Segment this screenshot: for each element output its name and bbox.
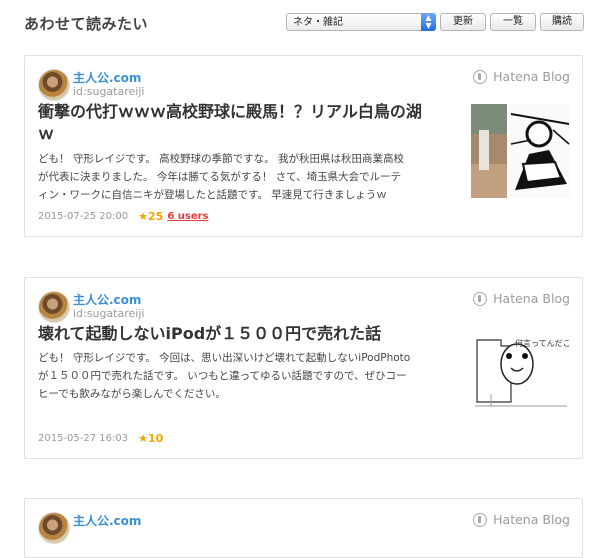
brand-label: Hatena Blog [493,69,570,84]
hatena-blog-brand: Hatena Blog [473,69,570,84]
article-title-line: ｗ [38,124,55,143]
excerpt-line: ィン・ワークに自信ニキが登場したと話題です。 早速見て行きましょうｗ [38,189,387,201]
star-icon: ★ [138,432,148,445]
article-date: 2015-05-27 16:03 [38,433,129,444]
article-title[interactable]: 衝撃の代打ｗｗｗ高校野球に殿馬！？リアル白鳥の湖 ｗ [38,101,422,145]
article-meta: 2015-07-25 20:00 ★25 6 users [38,210,209,223]
bookmark-users-link[interactable]: 6 users [167,211,208,222]
thumbnail-caption: 何言ってんだこ [515,339,571,348]
article-excerpt: ども！ 守形レイジです。 今回は、思い出深いけど壊れて起動しないiPodPhot… [38,349,410,403]
category-select[interactable]: ネタ・雑記 ▲ ▼ [286,13,436,31]
subscribe-button[interactable]: 購読 [540,13,584,31]
excerpt-line: ども！ 守形レイジです。 今回は、思い出深いけど壊れて起動しないiPodPhot… [38,352,411,364]
brand-label: Hatena Blog [493,291,570,306]
excerpt-line: が代表に決まりました。 今年は勝てる気がする！ さて、埼玉県大会でルーテ [38,171,402,183]
article-card[interactable]: 主人公.com Hatena Blog [24,498,583,558]
hatena-blog-brand: Hatena Blog [473,512,570,527]
star-count[interactable]: ★10 [138,432,163,445]
hatena-blog-icon [473,291,488,306]
author-name[interactable]: 主人公.com [73,291,141,308]
brand-label: Hatena Blog [493,512,570,527]
article-card[interactable]: 主人公.com id:sugatareiji Hatena Blog 衝撃の代打… [24,55,583,237]
hatena-blog-icon [473,69,488,84]
excerpt-line: ヒーでも飲みながら楽しんでください。 [38,388,226,400]
category-select-value: ネタ・雑記 [293,17,343,28]
hatena-blog-icon [473,512,488,527]
article-thumbnail[interactable]: 何言ってんだこ [471,334,571,414]
refresh-button[interactable]: 更新 [440,13,486,31]
hatena-blog-brand: Hatena Blog [473,291,570,306]
excerpt-line: が１５００円で売れた話です。 いつもと違ってゆるい話題ですので、ぜひコー [38,370,407,382]
related-articles-header: あわせて読みたい ネタ・雑記 ▲ ▼ 更新 一覧 購読 [0,0,599,48]
avatar[interactable] [38,69,70,101]
article-title-line: 衝撃の代打ｗｗｗ高校野球に殿馬！？リアル白鳥の湖 [38,102,422,121]
select-updown-icon: ▲ ▼ [421,13,436,31]
list-button[interactable]: 一覧 [490,13,536,31]
article-meta: 2015-05-27 16:03 ★10 [38,432,163,445]
article-excerpt: ども！ 守形レイジです。 高校野球の季節ですな。 我が秋田県は秋田商業高校 が代… [38,150,404,204]
article-title-line: 壊れて起動しないiPodが１５００円で売れた話 [38,324,382,343]
avatar[interactable] [38,512,70,544]
excerpt-line: ども！ 守形レイジです。 高校野球の季節ですな。 我が秋田県は秋田商業高校 [38,153,404,165]
article-date: 2015-07-25 20:00 [38,211,129,222]
author-id: id:sugatareiji [73,307,145,320]
article-card[interactable]: 主人公.com id:sugatareiji Hatena Blog 壊れて起動… [24,277,583,459]
star-icon: ★ [138,210,148,223]
author-id: id:sugatareiji [73,85,145,98]
avatar[interactable] [38,291,70,323]
section-heading: あわせて読みたい [24,15,149,33]
author-name[interactable]: 主人公.com [73,69,141,86]
star-count[interactable]: ★25 [138,210,163,223]
author-name[interactable]: 主人公.com [73,512,141,529]
article-thumbnail[interactable] [471,104,571,198]
article-title[interactable]: 壊れて起動しないiPodが１５００円で売れた話 [38,323,381,345]
